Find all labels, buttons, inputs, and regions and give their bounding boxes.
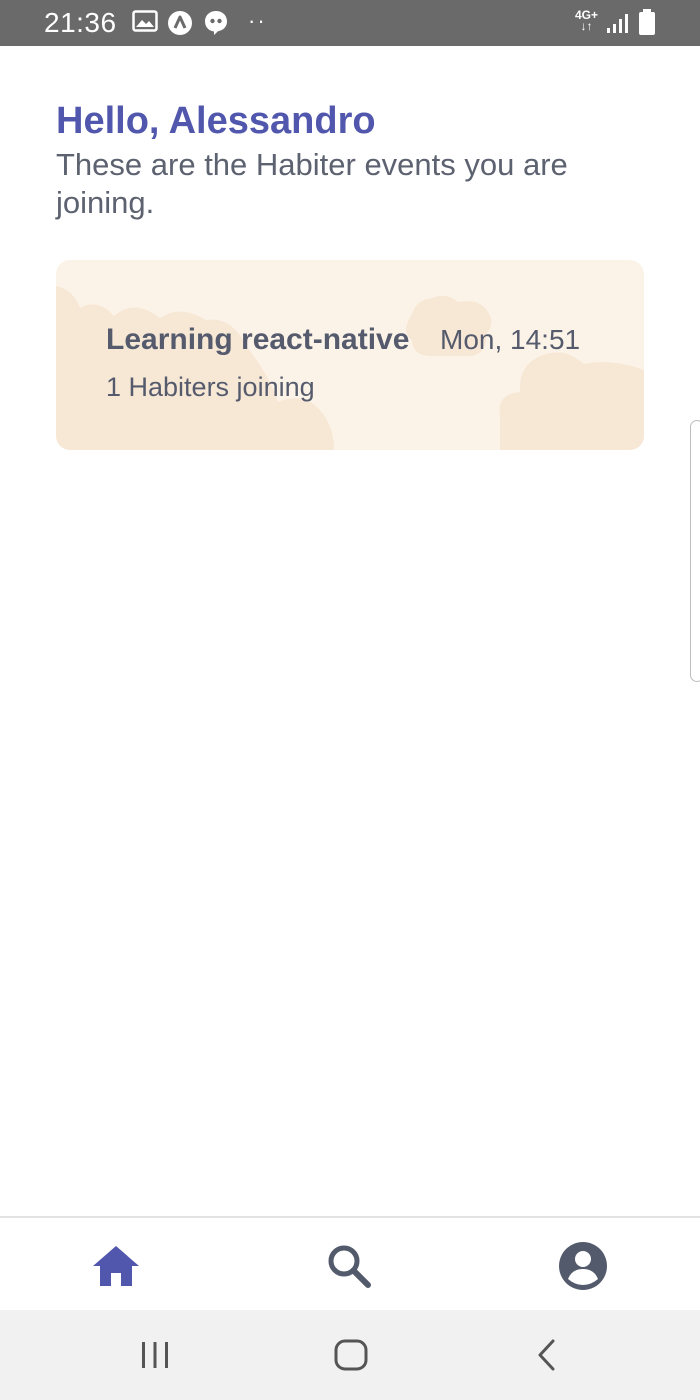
back-icon: [538, 1339, 555, 1371]
home-button-icon: [334, 1339, 368, 1371]
recents-icon: [142, 1342, 168, 1368]
battery-icon: [638, 8, 656, 41]
bottom-tab-bar: [0, 1216, 700, 1310]
home-button[interactable]: [321, 1332, 381, 1378]
status-time: 21:36: [44, 7, 117, 38]
event-time: Mon, 14:51: [440, 324, 581, 355]
edge-panel-handle[interactable]: [690, 420, 700, 682]
recents-button[interactable]: [125, 1332, 185, 1378]
network-4g-icon: 4G+ ↓↑: [575, 8, 599, 33]
event-title: Learning react-native: [106, 323, 410, 356]
network-label: 4G+: [575, 8, 599, 22]
status-bar: 21:36 ·· 4G+ ↓↑: [0, 0, 700, 46]
event-participants: 1 Habiters joining: [106, 372, 315, 402]
system-nav-bar: [0, 1310, 700, 1400]
greeting-title: Hello, Alessandro: [56, 100, 376, 142]
gallery-icon: [132, 10, 158, 37]
more-dots-icon: ··: [248, 8, 267, 33]
page-subtitle: These are the Habiter events you are joi…: [56, 147, 568, 220]
search-icon: [328, 1245, 371, 1288]
back-button[interactable]: [517, 1332, 577, 1378]
tab-search[interactable]: [319, 1236, 379, 1296]
a-app-icon: [167, 10, 193, 41]
profile-icon: [559, 1242, 607, 1290]
signal-icon: [606, 12, 632, 39]
tab-home[interactable]: [86, 1236, 146, 1296]
chat-bubble-icon: [204, 10, 228, 41]
tab-profile[interactable]: [553, 1236, 613, 1296]
event-card[interactable]: Learning react-native Mon, 14:51 1 Habit…: [56, 260, 644, 450]
home-icon: [93, 1246, 139, 1286]
